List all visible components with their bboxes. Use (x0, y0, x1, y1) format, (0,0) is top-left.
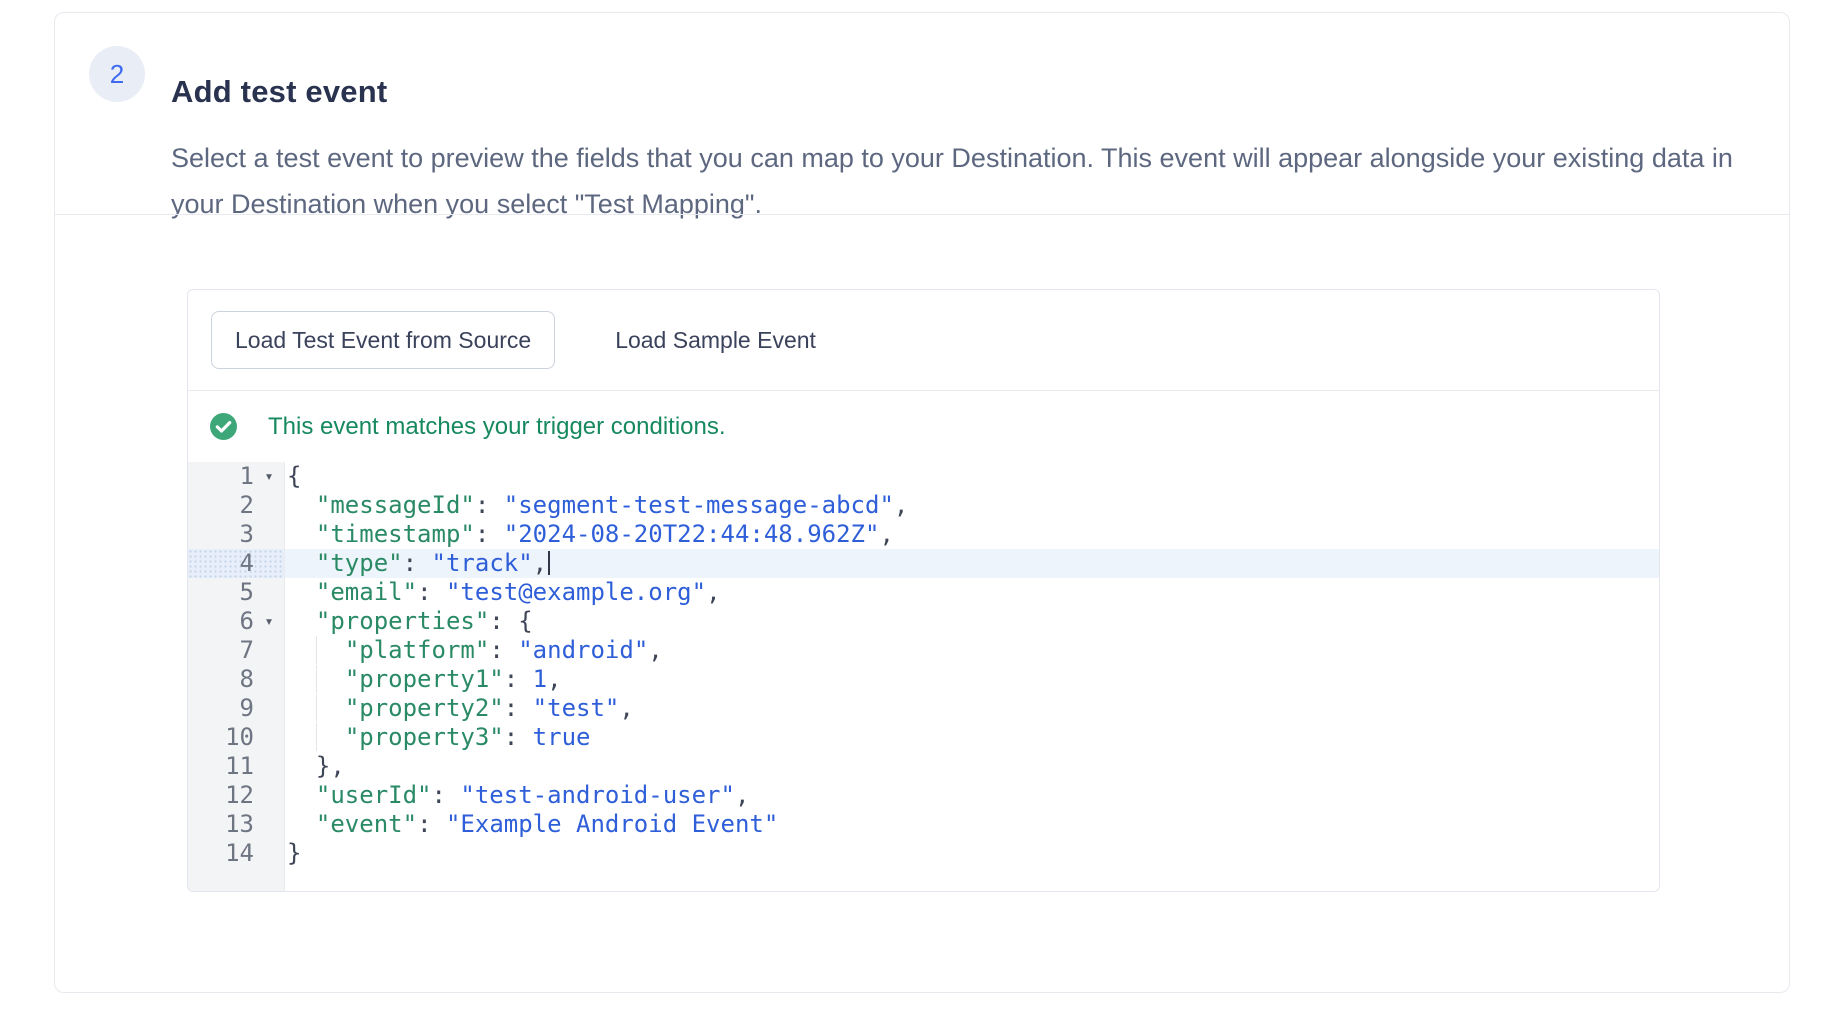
code-line-4: "type": "track", (285, 549, 1659, 578)
json-code-editor[interactable]: 1▾23456▾7891011121314 { "messageId": "se… (188, 462, 1659, 891)
load-sample-event-button[interactable]: Load Sample Event (615, 327, 816, 354)
line-number: 3 (188, 520, 254, 549)
fold-spacer (254, 752, 284, 781)
code-line-9: "property2": "test", (285, 694, 1659, 723)
line-number: 12 (188, 781, 254, 810)
line-number: 9 (188, 694, 254, 723)
line-number: 5 (188, 578, 254, 607)
code-line-3: "timestamp": "2024-08-20T22:44:48.962Z", (285, 520, 1659, 549)
fold-spacer (254, 694, 284, 723)
code-line-1: { (285, 462, 1659, 491)
line-number: 6 (188, 607, 254, 636)
gutter-line-5: 5 (188, 578, 284, 607)
load-test-event-button[interactable]: Load Test Event from Source (211, 311, 555, 369)
page-title: Add test event (171, 74, 387, 110)
step-number-badge: 2 (89, 46, 145, 102)
gutter-line-1: 1▾ (188, 462, 284, 491)
gutter-line-6: 6▾ (188, 607, 284, 636)
gutter-line-7: 7 (188, 636, 284, 665)
line-number: 8 (188, 665, 254, 694)
gutter-line-3: 3 (188, 520, 284, 549)
code-line-12: "userId": "test-android-user", (285, 781, 1659, 810)
gutter-line-9: 9 (188, 694, 284, 723)
code-line-14: } (285, 839, 1659, 868)
header-divider (55, 214, 1789, 215)
code-line-5: "email": "test@example.org", (285, 578, 1659, 607)
gutter-line-10: 10 (188, 723, 284, 752)
trigger-match-status: This event matches your trigger conditio… (188, 391, 1659, 462)
gutter-line-14: 14 (188, 839, 284, 868)
fold-spacer (254, 549, 284, 578)
fold-spacer (254, 723, 284, 752)
test-event-panel: Load Test Event from Source Load Sample … (187, 289, 1660, 892)
code-line-10: "property3": true (285, 723, 1659, 752)
fold-arrow-icon[interactable]: ▾ (254, 607, 284, 636)
line-number: 11 (188, 752, 254, 781)
line-number: 1 (188, 462, 254, 491)
fold-spacer (254, 810, 284, 839)
gutter-line-13: 13 (188, 810, 284, 839)
gutter-line-2: 2 (188, 491, 284, 520)
add-test-event-card: 2 Add test event Select a test event to … (54, 12, 1790, 993)
fold-spacer (254, 839, 284, 868)
check-circle-icon (210, 413, 237, 440)
gutter-line-8: 8 (188, 665, 284, 694)
step-number: 2 (110, 59, 124, 90)
fold-spacer (254, 520, 284, 549)
code-line-11: }, (285, 752, 1659, 781)
code-line-13: "event": "Example Android Event" (285, 810, 1659, 839)
line-number: 14 (188, 839, 254, 868)
status-message: This event matches your trigger conditio… (268, 413, 726, 441)
line-number: 13 (188, 810, 254, 839)
fold-spacer (254, 665, 284, 694)
gutter-line-4: 4 (188, 549, 284, 578)
code-line-7: "platform": "android", (285, 636, 1659, 665)
code-line-8: "property1": 1, (285, 665, 1659, 694)
fold-arrow-icon[interactable]: ▾ (254, 462, 284, 491)
text-cursor (548, 551, 550, 575)
code-line-6: "properties": { (285, 607, 1659, 636)
fold-spacer (254, 578, 284, 607)
editor-gutter: 1▾23456▾7891011121314 (188, 462, 285, 891)
gutter-line-11: 11 (188, 752, 284, 781)
fold-spacer (254, 491, 284, 520)
line-number: 10 (188, 723, 254, 752)
line-number: 7 (188, 636, 254, 665)
editor-code[interactable]: { "messageId": "segment-test-message-abc… (285, 462, 1659, 891)
fold-spacer (254, 781, 284, 810)
event-source-toolbar: Load Test Event from Source Load Sample … (188, 290, 1659, 391)
line-number: 2 (188, 491, 254, 520)
fold-spacer (254, 636, 284, 665)
gutter-line-12: 12 (188, 781, 284, 810)
line-number: 4 (188, 549, 254, 578)
code-line-2: "messageId": "segment-test-message-abcd"… (285, 491, 1659, 520)
